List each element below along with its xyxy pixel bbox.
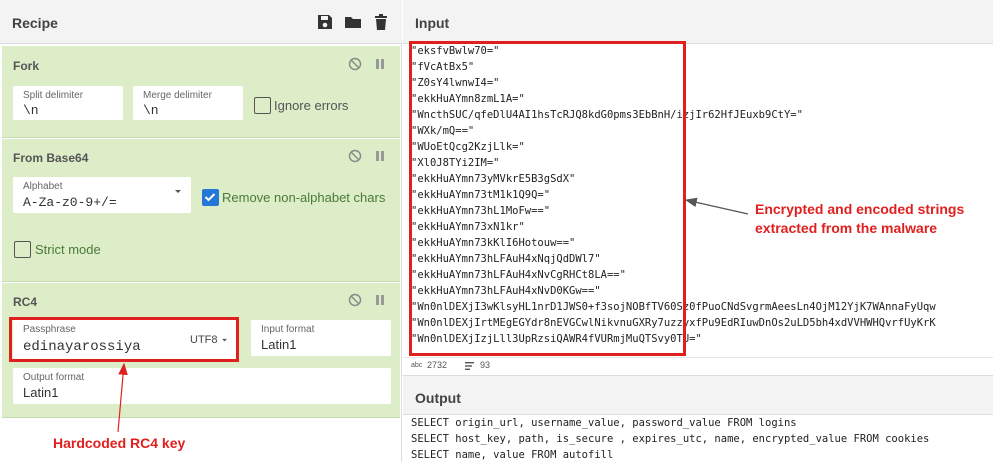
ignore-errors-checkbox[interactable] (254, 97, 271, 114)
strings-highlight-box (409, 41, 686, 356)
folder-icon[interactable] (344, 13, 362, 31)
line-count: 93 (480, 360, 491, 370)
line-count-icon (465, 362, 474, 370)
output-format-label: Output format (23, 372, 85, 383)
trash-icon[interactable] (372, 13, 390, 31)
split-delimiter-value: \n (23, 103, 39, 118)
disable-icon[interactable] (348, 57, 362, 71)
split-delimiter-label: Split delimiter (23, 90, 84, 101)
char-count: 2732 (427, 360, 448, 370)
input-header: Input (403, 0, 993, 44)
output-line: SELECT origin_url, username_value, passw… (411, 417, 797, 429)
output-format-field[interactable]: Output format Latin1 (13, 368, 391, 404)
checkmark-icon (204, 193, 216, 202)
pause-icon[interactable] (373, 149, 387, 163)
merge-delimiter-field[interactable]: Merge delimiter \n (133, 86, 243, 120)
from-base64-title: From Base64 (13, 151, 89, 165)
recipe-header: Recipe (0, 0, 402, 44)
split-delimiter-field[interactable]: Split delimiter \n (13, 86, 123, 120)
output-line: SELECT host_key, path, is_secure , expir… (411, 433, 930, 445)
merge-delimiter-value: \n (143, 103, 159, 118)
disable-icon[interactable] (348, 293, 362, 307)
remove-non-alphabet-checkbox[interactable] (202, 189, 219, 206)
recipe-pane: Recipe Fork Split delimiter \n Merge del… (0, 0, 402, 462)
pause-icon[interactable] (373, 293, 387, 307)
input-status-bar: abc 2732 93 (403, 357, 993, 373)
alphabet-value: A-Za-z0-9+/= (23, 195, 117, 210)
input-title: Input (415, 15, 450, 31)
output-header: Output (403, 375, 993, 415)
ignore-errors-label: Ignore errors (274, 98, 349, 113)
from-base64-operation: From Base64 Alphabet A-Za-z0-9+/= Remove… (2, 139, 400, 282)
alphabet-select[interactable]: Alphabet A-Za-z0-9+/= (13, 177, 191, 213)
char-count-icon: abc (411, 362, 423, 369)
fork-operation: Fork Split delimiter \n Merge delimiter … (2, 46, 400, 138)
disable-icon[interactable] (348, 149, 362, 163)
merge-delimiter-label: Merge delimiter (143, 90, 212, 101)
strict-mode-label: Strict mode (35, 242, 101, 257)
output-title: Output (415, 390, 461, 406)
save-icon[interactable] (316, 13, 334, 31)
input-format-value: Latin1 (261, 337, 297, 352)
strict-mode-checkbox[interactable] (14, 241, 31, 258)
strings-annotation: Encrypted and encoded strings extracted … (755, 201, 965, 236)
output-line: SELECT name, value FROM autofill (411, 449, 614, 461)
recipe-title: Recipe (12, 15, 58, 31)
alphabet-label: Alphabet (23, 181, 63, 192)
chevron-down-icon (175, 190, 181, 193)
rc4-title: RC4 (13, 295, 38, 309)
output-format-value: Latin1 (23, 385, 59, 400)
remove-non-alphabet-label: Remove non-alphabet chars (222, 190, 386, 205)
rc4-key-annotation: Hardcoded RC4 key (53, 435, 186, 451)
input-format-field[interactable]: Input format Latin1 (251, 320, 391, 356)
pause-icon[interactable] (373, 57, 387, 71)
rc4-key-highlight-box (9, 317, 239, 362)
cyberchef-window: Recipe Fork Split delimiter \n Merge del… (0, 0, 993, 462)
input-format-label: Input format (261, 324, 315, 335)
fork-title: Fork (13, 59, 40, 73)
